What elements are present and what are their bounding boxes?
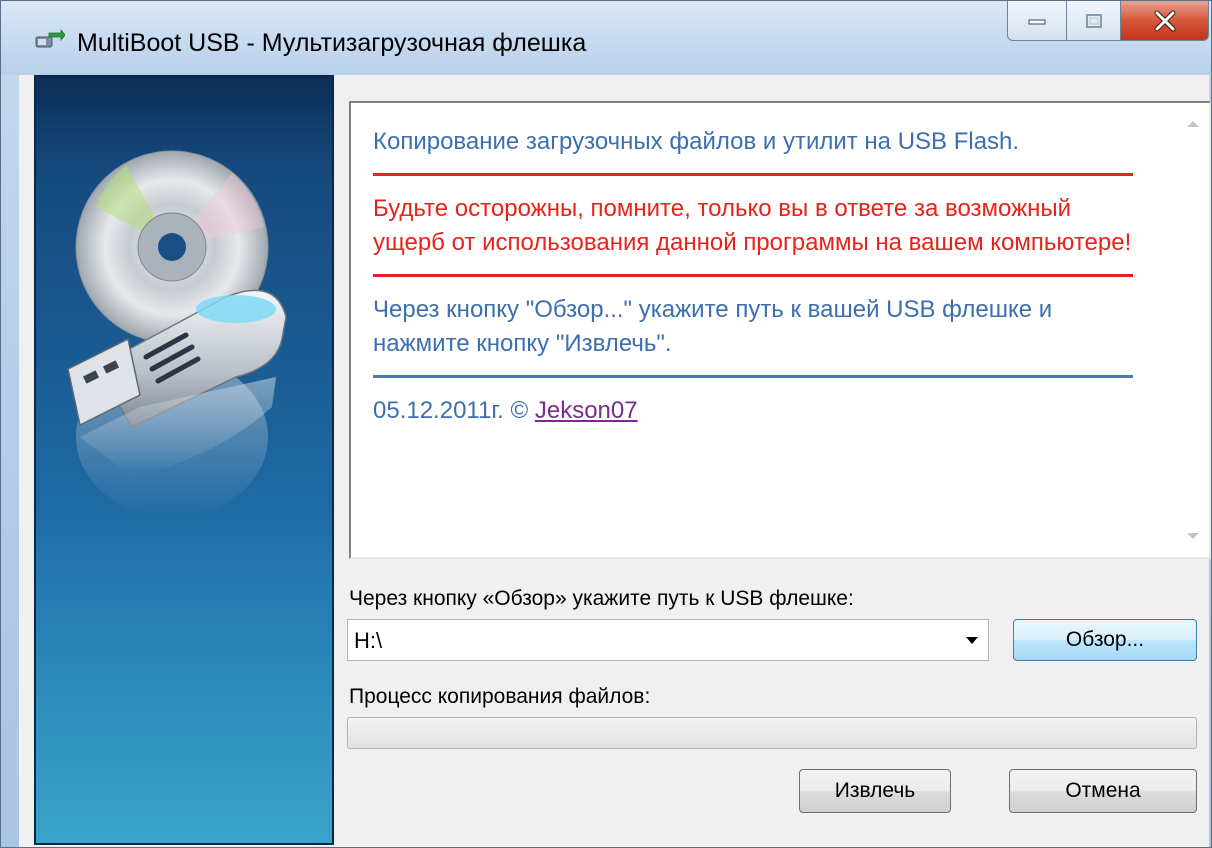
extract-button[interactable]: Извлечь [799, 769, 951, 813]
copy-progress-bar [347, 717, 1197, 749]
maximize-icon [1085, 13, 1102, 28]
minimize-button[interactable] [1007, 1, 1067, 41]
title-bar[interactable]: MultiBoot USB - Мультизагрузочная флешка [1, 1, 1211, 75]
window-title: MultiBoot USB - Мультизагрузочная флешка [77, 29, 587, 57]
path-combobox[interactable]: H:\ [347, 619, 989, 661]
path-label: Через кнопку «Обзор» укажите путь к USB … [349, 587, 854, 610]
info-heading: Копирование загрузочных файлов и утилит … [373, 128, 1020, 155]
banner-panel [34, 75, 334, 845]
red-divider [373, 173, 1133, 176]
scroll-down-icon[interactable] [1187, 533, 1199, 539]
blue-divider [373, 375, 1133, 378]
progress-label: Процесс копирования файлов: [349, 685, 651, 708]
author-link[interactable]: Jekson07 [535, 397, 638, 424]
info-instructions: Через кнопку "Обзор..." укажите путь к в… [373, 296, 1053, 357]
app-icon [35, 29, 65, 48]
info-credits: 05.12.2011г. © Jekson07 [373, 394, 1133, 428]
red-divider [373, 274, 1133, 277]
scroll-up-icon[interactable] [1187, 121, 1199, 127]
maximize-button[interactable] [1067, 1, 1121, 41]
chevron-down-icon[interactable] [966, 637, 978, 644]
cd-usb-drive-illustration [67, 150, 287, 517]
info-date: 05.12.2011г. © [373, 397, 535, 424]
client-area: Копирование загрузочных файлов и утилит … [19, 75, 1211, 847]
info-content: Копирование загрузочных файлов и утилит … [373, 125, 1133, 428]
info-text-box[interactable]: Копирование загрузочных файлов и утилит … [349, 101, 1211, 559]
browse-button[interactable]: Обзор... [1013, 619, 1197, 661]
close-button[interactable] [1121, 1, 1209, 41]
minimize-icon [1028, 19, 1046, 24]
app-window: MultiBoot USB - Мультизагрузочная флешка [0, 0, 1212, 848]
info-warning: Будьте осторожны, помните, только вы в о… [373, 195, 1132, 256]
close-icon [1154, 10, 1175, 31]
path-value: H:\ [354, 628, 383, 653]
cancel-button[interactable]: Отмена [1009, 769, 1197, 813]
info-scrollbar[interactable] [1177, 103, 1209, 557]
